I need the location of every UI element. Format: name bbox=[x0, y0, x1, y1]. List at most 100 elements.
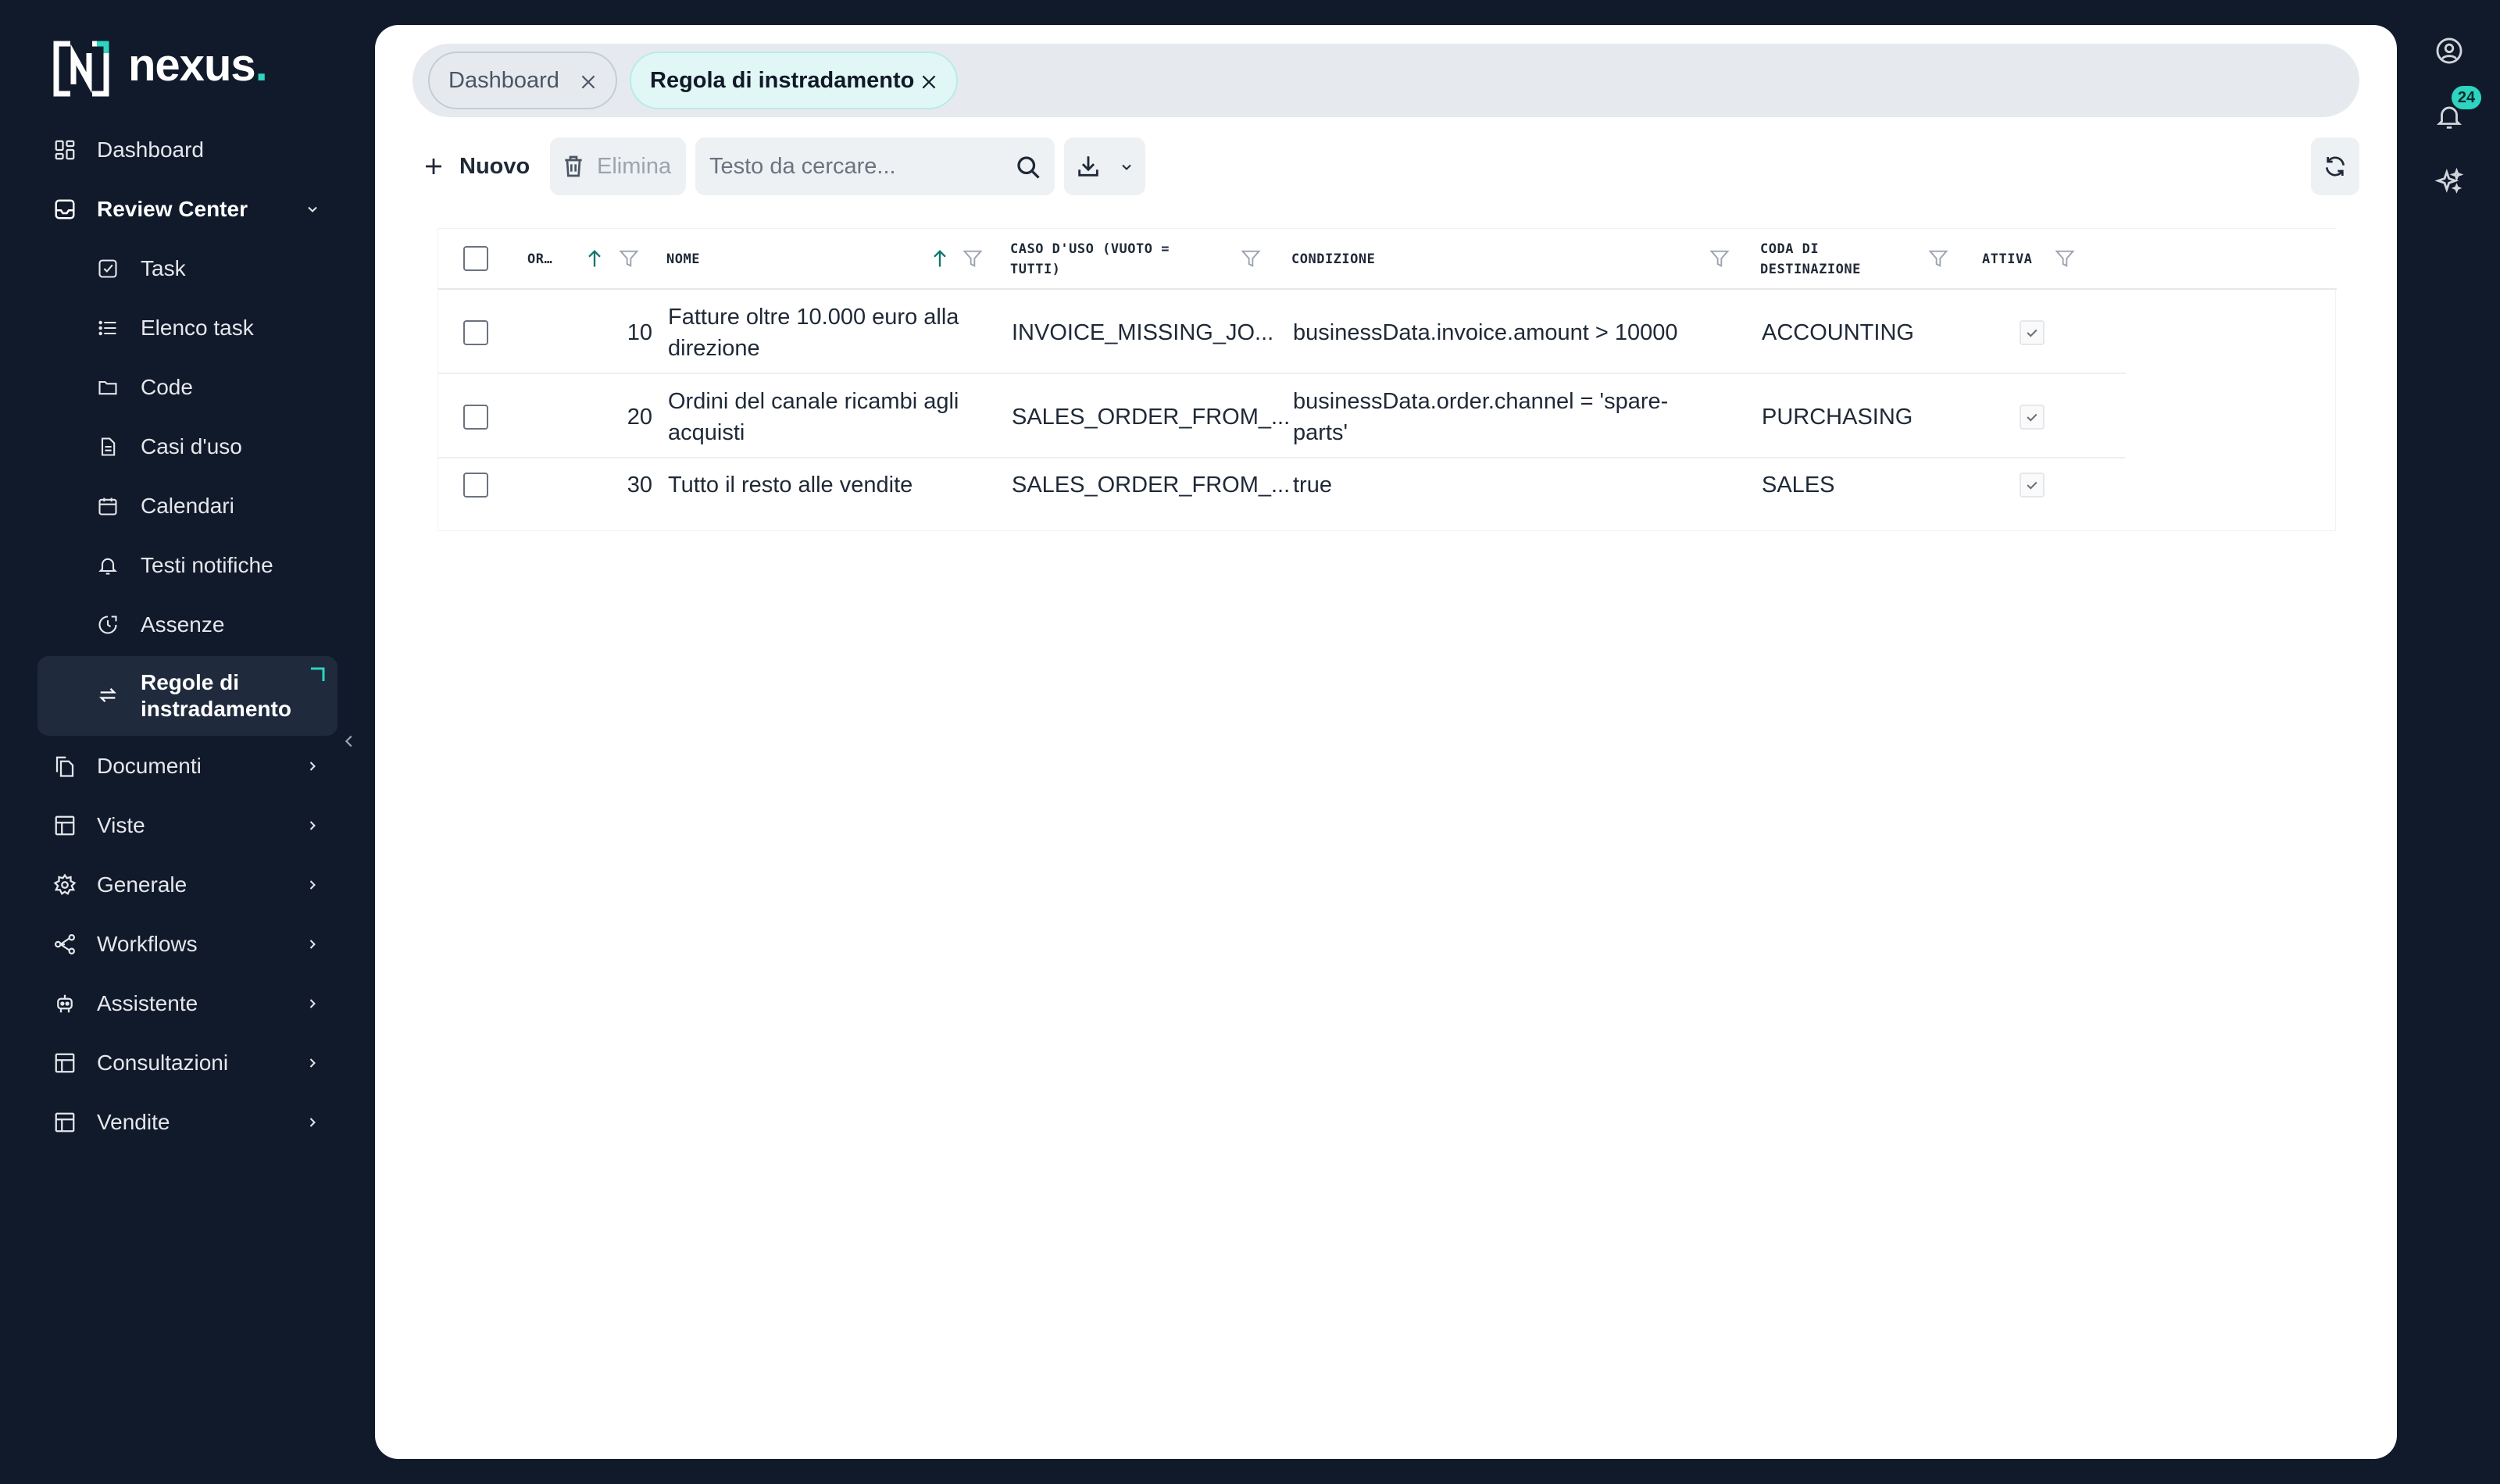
user-account-icon[interactable] bbox=[2434, 36, 2464, 66]
dashboard-icon bbox=[55, 140, 75, 160]
sidebar-item-label: Code bbox=[141, 375, 193, 399]
cell-name: Tutto il resto alle vendite bbox=[668, 473, 913, 498]
cell-order: 10 bbox=[627, 320, 652, 345]
sidebar-item-task[interactable]: Task bbox=[38, 244, 338, 293]
chevron-right-icon bbox=[309, 999, 316, 1008]
search-input[interactable] bbox=[695, 137, 1055, 195]
download-icon bbox=[1078, 156, 1098, 177]
delete-button[interactable]: Elimina bbox=[550, 137, 686, 195]
filter-icon[interactable] bbox=[1240, 248, 1262, 269]
share-icon bbox=[55, 934, 75, 954]
column-header-use-case[interactable]: CASO D'USO (VUOTO = TUTTI) bbox=[1010, 229, 1221, 290]
brand-name: nexus bbox=[128, 40, 256, 91]
tab-bar: Dashboard Regola di instradamento bbox=[412, 44, 2359, 117]
filter-icon[interactable] bbox=[2054, 248, 2076, 269]
notifications-badge: 24 bbox=[2452, 86, 2481, 109]
sidebar-item-elenco-task[interactable]: Elenco task bbox=[38, 304, 338, 352]
sidebar-item-label: Elenco task bbox=[141, 316, 254, 340]
list-icon bbox=[98, 320, 116, 336]
sidebar-item-vendite[interactable]: Vendite bbox=[38, 1098, 338, 1147]
cell-order: 30 bbox=[627, 473, 652, 498]
table-icon bbox=[55, 1053, 75, 1073]
delete-button-label: Elimina bbox=[597, 153, 672, 179]
sidebar-item-regole-instradamento[interactable]: Regole di instradamento bbox=[38, 656, 338, 736]
column-header-order[interactable]: OR… bbox=[527, 229, 574, 290]
row-checkbox[interactable] bbox=[463, 320, 488, 345]
chevron-right-icon bbox=[309, 1058, 316, 1068]
sidebar-item-assistente[interactable]: Assistente bbox=[38, 979, 338, 1028]
logo[interactable]: nexus. bbox=[52, 39, 268, 98]
export-button[interactable] bbox=[1064, 137, 1145, 195]
sidebar-item-label: Regole di instradamento bbox=[141, 670, 291, 721]
refresh-button[interactable] bbox=[2311, 137, 2359, 195]
column-header-name[interactable]: NOME bbox=[666, 229, 823, 290]
select-all-checkbox[interactable] bbox=[463, 246, 488, 271]
sort-asc-icon[interactable] bbox=[929, 248, 951, 269]
data-grid: OR… NOME CASO D'USO (VUOTO = TUTTI) COND… bbox=[438, 228, 2337, 531]
logo-mark-icon bbox=[53, 41, 109, 97]
chevron-down-icon bbox=[308, 206, 317, 212]
tab-dashboard[interactable]: Dashboard bbox=[428, 52, 617, 109]
robot-icon bbox=[57, 994, 73, 1013]
sidebar-item-documenti[interactable]: Documenti bbox=[38, 742, 338, 790]
clock-icon bbox=[98, 615, 117, 634]
sidebar-item-label: Testi notifiche bbox=[141, 553, 273, 577]
table-icon bbox=[55, 815, 75, 836]
row-checkbox[interactable] bbox=[463, 405, 488, 430]
column-header-queue[interactable]: CODA DI DESTINAZIONE bbox=[1760, 229, 1916, 290]
chevron-right-icon bbox=[309, 821, 316, 830]
filter-icon[interactable] bbox=[962, 248, 984, 269]
sidebar-item-casi-uso[interactable]: Casi d'uso bbox=[38, 423, 338, 471]
cell-order: 20 bbox=[627, 405, 652, 430]
tab-label: Dashboard bbox=[448, 67, 559, 93]
tab-regola-instradamento[interactable]: Regola di instradamento bbox=[630, 52, 958, 109]
sidebar-item-dashboard[interactable]: Dashboard bbox=[38, 126, 338, 174]
new-button-label: Nuovo bbox=[459, 153, 530, 179]
sidebar-item-label: Assenze bbox=[141, 612, 225, 637]
table-row[interactable]: 10 Fatture oltre 10.000 euro alla direzi… bbox=[438, 291, 2126, 374]
new-button[interactable]: Nuovo bbox=[412, 137, 544, 195]
cell-condition: businessData.order.channel = 'spare-part… bbox=[1293, 389, 1669, 445]
table-row[interactable]: 30 Tutto il resto alle vendite SALES_ORD… bbox=[438, 460, 2126, 510]
sidebar-item-code[interactable]: Code bbox=[38, 363, 338, 412]
plus-icon bbox=[426, 159, 441, 174]
sidebar-item-label: Dashboard bbox=[97, 137, 204, 162]
chevron-down-icon bbox=[1122, 164, 1131, 170]
cell-name: Ordini del canale ricambi agli acquisti bbox=[668, 389, 959, 445]
row-checkbox[interactable] bbox=[463, 473, 488, 498]
filter-icon[interactable] bbox=[618, 248, 640, 269]
sidebar-item-workflows[interactable]: Workflows bbox=[38, 920, 338, 969]
bell-icon bbox=[98, 558, 117, 575]
sidebar-item-testi-notifiche[interactable]: Testi notifiche bbox=[38, 541, 338, 590]
collapse-sidebar-icon[interactable] bbox=[341, 733, 358, 750]
sparkles-ai-icon[interactable] bbox=[2434, 167, 2464, 197]
sidebar-item-label: Assistente bbox=[97, 991, 198, 1015]
sidebar-item-label: Casi d'uso bbox=[141, 434, 242, 458]
brand-dot: . bbox=[255, 40, 268, 91]
filter-icon[interactable] bbox=[1927, 248, 1949, 269]
column-header-active[interactable]: ATTIVA bbox=[1982, 229, 2060, 290]
sidebar-item-label: Viste bbox=[97, 813, 145, 837]
trash-icon bbox=[565, 155, 582, 177]
close-icon[interactable] bbox=[578, 72, 598, 92]
sidebar-item-label: Review Center bbox=[97, 197, 248, 221]
arrows-swap-icon bbox=[99, 688, 116, 702]
task-check-icon bbox=[98, 259, 117, 278]
search-icon[interactable] bbox=[1014, 153, 1042, 181]
sidebar-item-label: Documenti bbox=[97, 754, 202, 778]
sidebar-item-calendari[interactable]: Calendari bbox=[38, 482, 338, 530]
cell-name: Fatture oltre 10.000 euro alla direzione bbox=[668, 305, 959, 361]
sidebar-item-generale[interactable]: Generale bbox=[38, 861, 338, 909]
sort-asc-icon[interactable] bbox=[584, 248, 605, 269]
grid-header: OR… NOME CASO D'USO (VUOTO = TUTTI) COND… bbox=[438, 229, 2337, 290]
sidebar-item-viste[interactable]: Viste bbox=[38, 801, 338, 850]
cell-use-case: INVOICE_MISSING_JO... bbox=[1012, 320, 1274, 345]
sidebar-item-consultazioni[interactable]: Consultazioni bbox=[38, 1039, 338, 1087]
column-header-condition[interactable]: CONDIZIONE bbox=[1291, 229, 1526, 290]
sidebar-item-label: Vendite bbox=[97, 1110, 170, 1134]
close-icon[interactable] bbox=[919, 72, 939, 92]
sidebar-item-review-center[interactable]: Review Center bbox=[38, 185, 338, 234]
table-row[interactable]: 20 Ordini del canale ricambi agli acquis… bbox=[438, 376, 2126, 458]
filter-icon[interactable] bbox=[1709, 248, 1730, 269]
sidebar-item-assenze[interactable]: Assenze bbox=[38, 601, 338, 649]
